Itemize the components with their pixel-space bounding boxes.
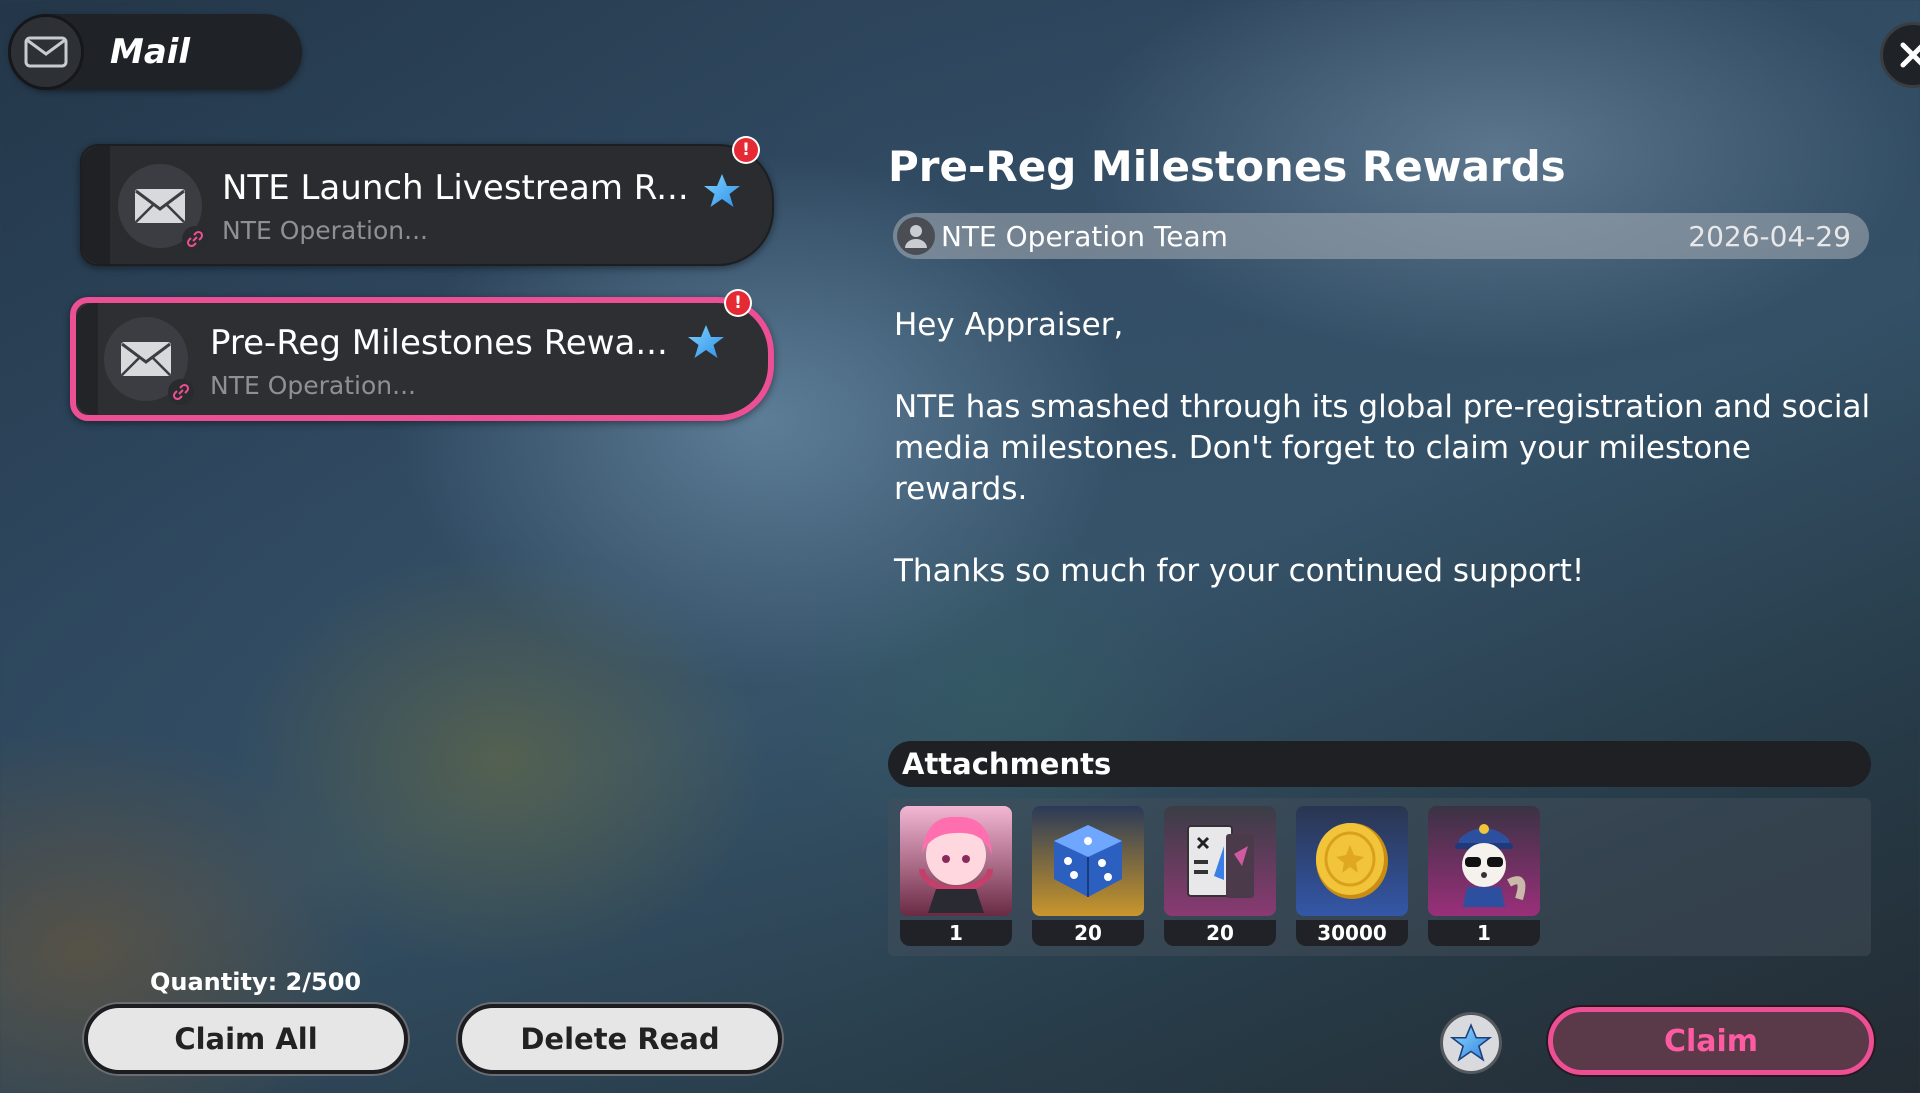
link-icon [168, 379, 194, 405]
attachment-quantity: 1 [1428, 920, 1540, 946]
mail-list-item-selected[interactable]: Pre-Reg Milestones Rewa... NTE Operation… [70, 291, 774, 421]
gold-coin-icon [1296, 806, 1408, 916]
mail-detail-title: Pre-Reg Milestones Rewards [888, 142, 1566, 191]
attachment-quantity: 20 [1032, 920, 1144, 946]
mail-list-item[interactable]: NTE Launch Livestream R... NTE Operation… [80, 138, 774, 266]
mail-title: Pre-Reg Milestones Rewa... [210, 323, 668, 363]
mail-header: Mail [8, 14, 302, 90]
ticket-icon [1164, 806, 1276, 916]
attachment-item[interactable]: 20 [1164, 806, 1276, 946]
claim-button[interactable]: Claim [1548, 1007, 1874, 1075]
police-raccoon-icon [1428, 806, 1540, 916]
dice-icon [1032, 806, 1144, 916]
star-icon [704, 174, 740, 207]
attachment-item[interactable]: 30000 [1296, 806, 1408, 946]
alert-badge: ! [734, 138, 758, 162]
mail-date: 2026-04-29 [1688, 220, 1851, 253]
mail-sender: NTE Operation... [210, 371, 416, 400]
claim-all-button[interactable]: Claim All [84, 1004, 408, 1074]
attachment-item[interactable]: 1 [1428, 806, 1540, 946]
mail-greeting: Hey Appraiser, [894, 307, 1124, 343]
item-side-bar [76, 303, 98, 415]
star-icon [688, 325, 724, 358]
attachment-quantity: 20 [1164, 920, 1276, 946]
alert-badge: ! [726, 291, 750, 315]
mail-body: Hey Appraiser, NTE has smashed through i… [894, 305, 1874, 633]
attachments-list: 1 20 20 30000 1 [888, 798, 1871, 956]
attachments-header: Attachments [888, 741, 1871, 787]
attachment-quantity: 30000 [1296, 920, 1408, 946]
mail-paragraph: NTE has smashed through its global pre-r… [894, 389, 1871, 507]
sender-name: NTE Operation Team [941, 220, 1228, 253]
character-avatar-icon [900, 806, 1012, 916]
star-icon [1450, 1023, 1492, 1062]
attachment-item[interactable]: 20 [1032, 806, 1144, 946]
link-icon [182, 226, 208, 252]
close-icon [1900, 42, 1920, 68]
attachment-quantity: 1 [900, 920, 1012, 946]
item-side-bar [82, 146, 110, 264]
mail-title: NTE Launch Livestream R... [222, 168, 689, 208]
favorite-button[interactable] [1440, 1012, 1502, 1074]
mail-quantity: Quantity: 2/500 [150, 968, 362, 996]
page-title: Mail [110, 32, 191, 72]
delete-read-button[interactable]: Delete Read [458, 1004, 782, 1074]
mail-sender: NTE Operation... [222, 216, 428, 245]
attachments-label: Attachments [902, 747, 1112, 781]
attachment-item[interactable]: 1 [900, 806, 1012, 946]
user-icon [897, 217, 935, 255]
sender-bar: NTE Operation Team 2026-04-29 [893, 213, 1869, 259]
mail-paragraph: Thanks so much for your continued suppor… [894, 553, 1585, 589]
envelope-icon [8, 14, 84, 90]
